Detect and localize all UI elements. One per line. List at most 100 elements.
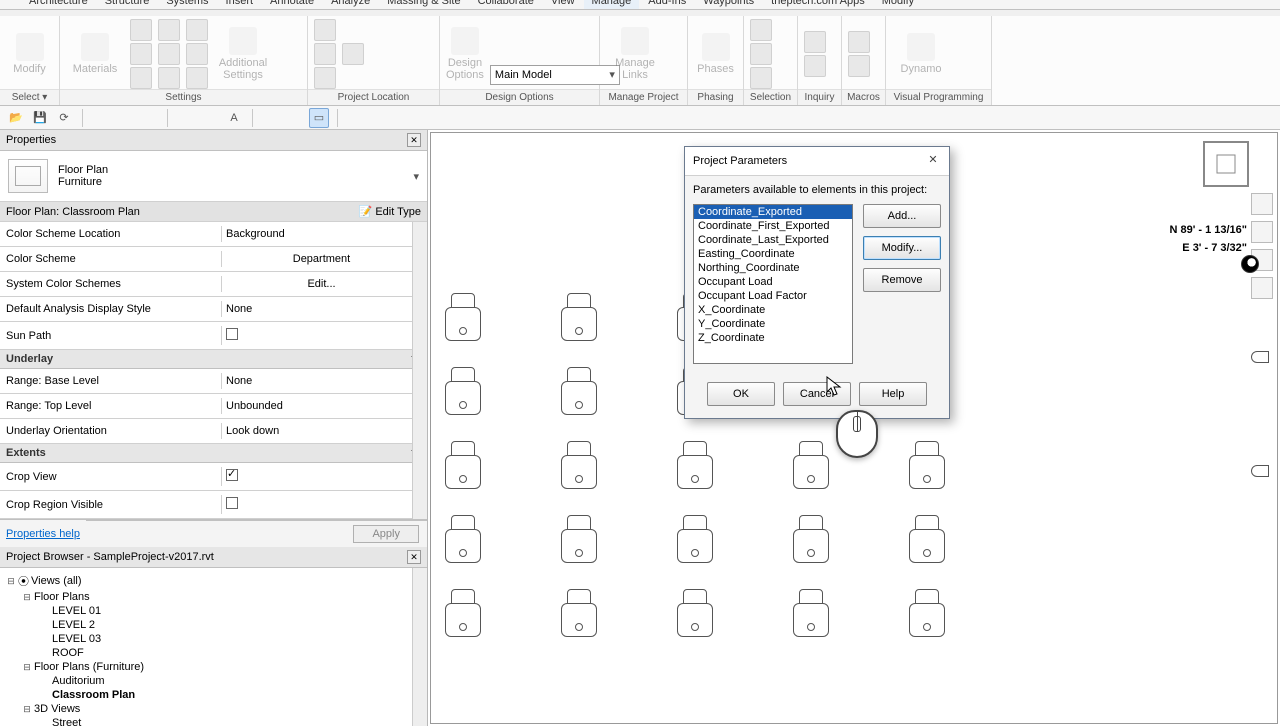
qat-j[interactable]: [394, 108, 414, 128]
list-item[interactable]: Z_Coordinate: [694, 331, 852, 345]
loc-small-3[interactable]: [314, 67, 336, 89]
menu-Annotate[interactable]: Annotate: [262, 0, 322, 9]
prop-value[interactable]: None: [221, 373, 421, 389]
main-model-combo[interactable]: Main Model: [490, 65, 620, 85]
chair-symbol[interactable]: [555, 441, 603, 493]
list-item[interactable]: Coordinate_First_Exported: [694, 219, 852, 233]
settings-small-4[interactable]: [158, 19, 180, 41]
settings-small-6[interactable]: [158, 67, 180, 89]
prop-value[interactable]: Look down: [221, 423, 421, 439]
qat-g[interactable]: [285, 108, 305, 128]
section-extents[interactable]: Extents: [0, 444, 427, 463]
qat-d[interactable]: [176, 108, 196, 128]
type-selector[interactable]: Floor Plan Furniture ▾: [0, 151, 427, 202]
instance-filter[interactable]: Floor Plan: Classroom Plan: [6, 206, 359, 218]
close-icon[interactable]: ✕: [407, 550, 421, 564]
chair-symbol[interactable]: [555, 515, 603, 567]
sel-1[interactable]: [750, 19, 772, 41]
qat-a[interactable]: [91, 108, 111, 128]
chair-symbol[interactable]: [555, 589, 603, 641]
qat-b[interactable]: [115, 108, 135, 128]
chair-symbol[interactable]: [903, 589, 951, 641]
qat-active-icon[interactable]: ▭: [309, 108, 329, 128]
manage-links-button[interactable]: Manage Links: [606, 23, 664, 85]
menu-Systems[interactable]: Systems: [158, 0, 216, 9]
menu-theptech.com Apps[interactable]: theptech.com Apps: [763, 0, 873, 9]
menu-Insert[interactable]: Insert: [218, 0, 262, 9]
tree-item[interactable]: LEVEL 01: [4, 604, 423, 618]
chair-symbol[interactable]: [555, 367, 603, 419]
nav-home-icon[interactable]: [1251, 193, 1273, 215]
elevation-marker[interactable]: [1251, 465, 1269, 477]
mac-1[interactable]: [848, 31, 870, 53]
close-icon[interactable]: ✕: [407, 133, 421, 147]
mac-2[interactable]: [848, 55, 870, 77]
help-button[interactable]: Help: [859, 382, 927, 406]
settings-small-2[interactable]: [130, 43, 152, 65]
sel-2[interactable]: [750, 43, 772, 65]
view-cube[interactable]: [1203, 141, 1249, 187]
chair-symbol[interactable]: [671, 441, 719, 493]
menu-Modify[interactable]: Modify: [874, 0, 922, 9]
phases-button[interactable]: Phases: [694, 23, 737, 85]
dynamo-button[interactable]: Dynamo: [892, 23, 950, 85]
chair-symbol[interactable]: [439, 367, 487, 419]
qat-i[interactable]: [370, 108, 390, 128]
menu-Massing & Site[interactable]: Massing & Site: [379, 0, 468, 9]
prop-value[interactable]: Unbounded: [221, 398, 421, 414]
chair-symbol[interactable]: [439, 589, 487, 641]
settings-small-3[interactable]: [130, 67, 152, 89]
sel-3[interactable]: [750, 67, 772, 89]
qat-e[interactable]: [200, 108, 220, 128]
nav-bar[interactable]: [1251, 193, 1273, 299]
chair-symbol[interactable]: [903, 441, 951, 493]
prop-value[interactable]: Department: [221, 251, 421, 267]
tree-item[interactable]: LEVEL 2: [4, 618, 423, 632]
list-item[interactable]: Occupant Load: [694, 275, 852, 289]
add-button[interactable]: Add...: [863, 204, 941, 228]
menu-Architecture[interactable]: Architecture: [21, 0, 96, 9]
compass-icon[interactable]: [1241, 255, 1259, 273]
section-underlay[interactable]: Underlay: [0, 350, 427, 369]
prop-value[interactable]: [221, 326, 421, 345]
settings-small-7[interactable]: [186, 19, 208, 41]
chair-symbol[interactable]: [555, 293, 603, 345]
chair-symbol[interactable]: [787, 515, 835, 567]
ok-button[interactable]: OK: [707, 382, 775, 406]
chair-symbol[interactable]: [439, 441, 487, 493]
qat-c[interactable]: [139, 108, 159, 128]
additional-settings-button[interactable]: Additional Settings: [214, 23, 272, 85]
menu-Structure[interactable]: Structure: [97, 0, 158, 9]
parameters-listbox[interactable]: Coordinate_ExportedCoordinate_First_Expo…: [693, 204, 853, 364]
list-item[interactable]: Easting_Coordinate: [694, 247, 852, 261]
tree-item[interactable]: ROOF: [4, 646, 423, 660]
nav-zoom-icon[interactable]: [1251, 221, 1273, 243]
loc-small-1[interactable]: [314, 19, 336, 41]
list-item[interactable]: Occupant Load Factor: [694, 289, 852, 303]
prop-value[interactable]: Background: [221, 226, 421, 242]
list-item[interactable]: Y_Coordinate: [694, 317, 852, 331]
inq-2[interactable]: [804, 55, 826, 77]
qat-sync-icon[interactable]: ⟳: [54, 108, 74, 128]
loc-small-4[interactable]: [342, 43, 364, 65]
elevation-marker[interactable]: [1251, 351, 1269, 363]
chair-symbol[interactable]: [439, 293, 487, 345]
menu-app[interactable]: [4, 0, 20, 9]
design-options-button[interactable]: Design Options: [446, 23, 484, 85]
chair-symbol[interactable]: [439, 515, 487, 567]
qat-h[interactable]: [346, 108, 366, 128]
list-item[interactable]: Coordinate_Exported: [694, 205, 852, 219]
modify-tool[interactable]: Modify: [6, 23, 53, 85]
settings-small-1[interactable]: [130, 19, 152, 41]
prop-value[interactable]: [221, 467, 421, 486]
menu-View[interactable]: View: [543, 0, 583, 9]
apply-button[interactable]: Apply: [353, 525, 419, 543]
chair-symbol[interactable]: [903, 515, 951, 567]
menu-Waypoints[interactable]: Waypoints: [695, 0, 762, 9]
chair-symbol[interactable]: [671, 515, 719, 567]
prop-value[interactable]: Edit...: [221, 276, 421, 292]
list-item[interactable]: Northing_Coordinate: [694, 261, 852, 275]
properties-help-link[interactable]: Properties help: [0, 524, 86, 544]
qat-f[interactable]: [261, 108, 281, 128]
qat-text-icon[interactable]: A: [224, 108, 244, 128]
